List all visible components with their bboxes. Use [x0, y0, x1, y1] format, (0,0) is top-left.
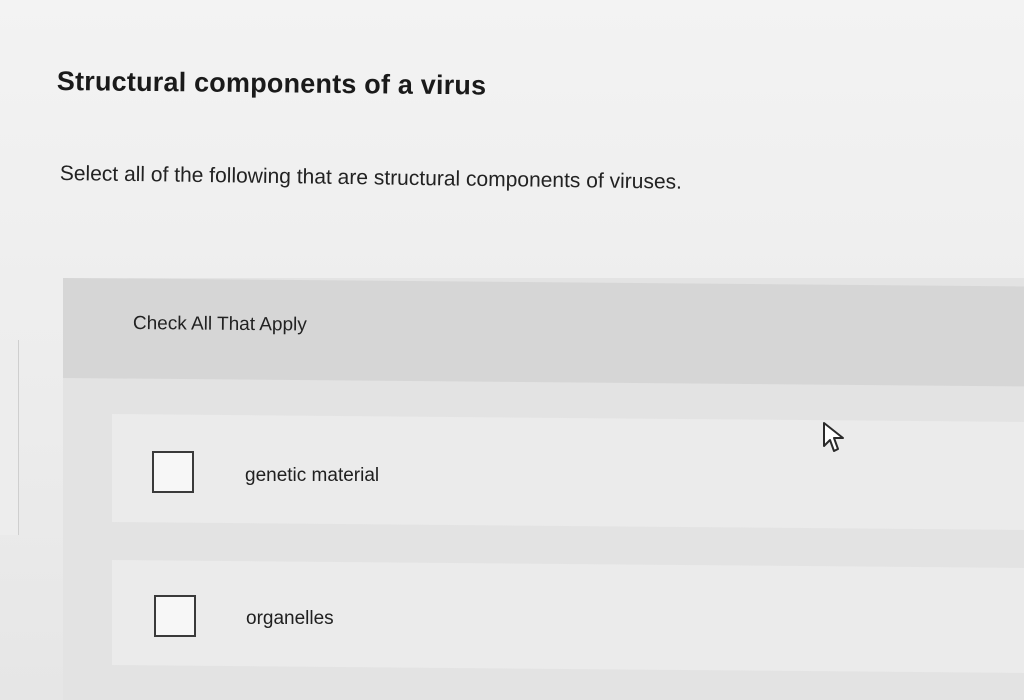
option-label-organelles[interactable]: organelles: [246, 608, 334, 630]
mouse-pointer-icon: [823, 422, 844, 452]
instruction-text: Check All That Apply: [132, 313, 307, 336]
left-edge-panel: [0, 340, 19, 535]
checkbox-organelles[interactable]: [154, 595, 196, 637]
question-title: Structural components of a virus: [56, 66, 487, 101]
checkbox-genetic-material[interactable]: [152, 451, 194, 493]
option-label-genetic-material[interactable]: genetic material: [245, 465, 379, 487]
